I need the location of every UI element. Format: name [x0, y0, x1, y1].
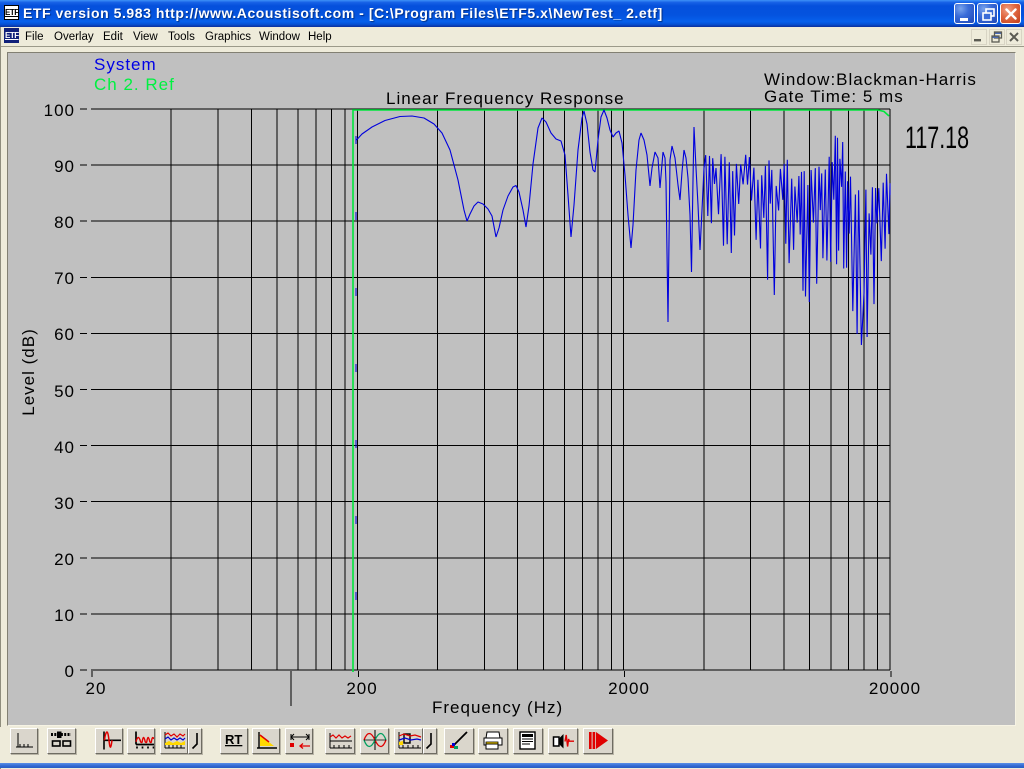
svg-text:RT: RT [225, 732, 242, 747]
